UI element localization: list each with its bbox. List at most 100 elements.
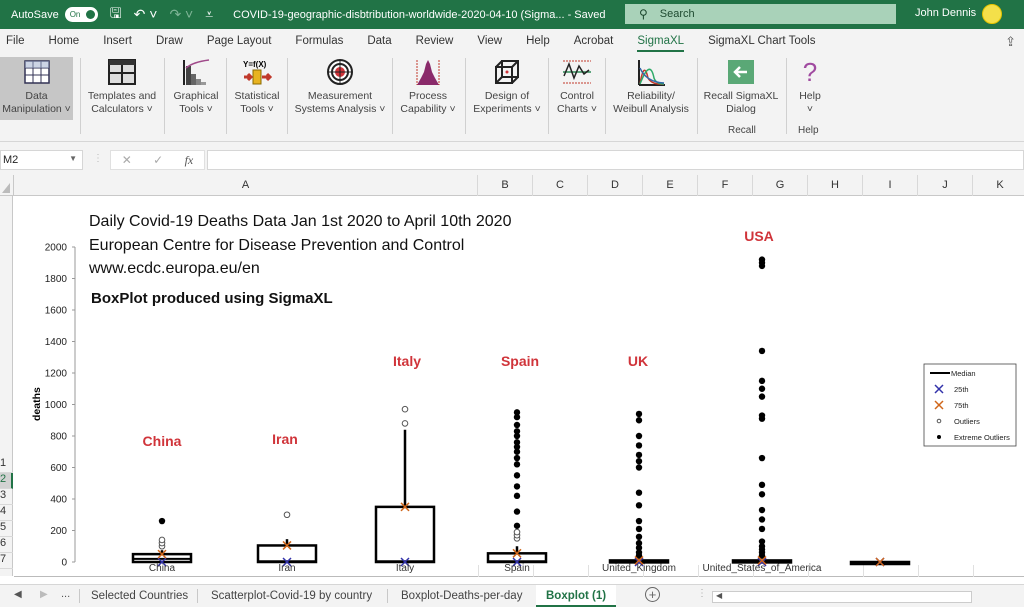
legend-label: Extreme Outliers bbox=[954, 433, 1010, 442]
autosave-toggle[interactable]: On bbox=[64, 7, 98, 22]
column-header-f[interactable]: F bbox=[698, 175, 753, 196]
legend-label: 25th bbox=[954, 385, 969, 394]
chart-subtitle: BoxPlot produced using SigmaXL bbox=[91, 290, 333, 307]
extreme-outlier-point bbox=[758, 516, 766, 523]
menu-tab-data[interactable]: Data bbox=[355, 29, 403, 54]
column-header-d[interactable]: D bbox=[588, 175, 643, 196]
extreme-outlier-point bbox=[513, 483, 521, 490]
extreme-outlier-point bbox=[635, 489, 643, 496]
measurement-systems-analysis-button[interactable]: Measurement Systems Analysis ˅ bbox=[290, 57, 390, 120]
boxplot-chart[interactable]: Daily Covid-19 Deaths Data Jan 1st 2020 … bbox=[0, 196, 1024, 578]
share-icon[interactable]: ⇪ bbox=[1005, 34, 1016, 50]
menu-tab-home[interactable]: Home bbox=[37, 29, 92, 54]
column-header-e[interactable]: E bbox=[643, 175, 698, 196]
chevron-down-icon[interactable]: ▼ bbox=[69, 154, 77, 163]
country-label: Italy bbox=[393, 353, 421, 369]
menu-tab-sigmaxl-chart-tools[interactable]: SigmaXL Chart Tools bbox=[696, 29, 827, 54]
document-title[interactable]: COVID-19-geographic-disbtribution-worldw… bbox=[233, 9, 605, 21]
extreme-outlier-point bbox=[513, 409, 521, 416]
chart-title-line2: European Centre for Disease Prevention a… bbox=[89, 237, 464, 254]
legend-label: Median bbox=[951, 369, 976, 378]
statistical-tools-button[interactable]: Y=f(X) Statistical Tools ˅ bbox=[229, 57, 285, 120]
menu-tab-review[interactable]: Review bbox=[404, 29, 466, 54]
control-charts-button[interactable]: Control Charts ˅ bbox=[552, 57, 602, 120]
menu-tab-help[interactable]: Help bbox=[514, 29, 562, 54]
chart-legend: Median 25th 75th Outliers Extreme Outliers bbox=[923, 363, 1017, 447]
menu-tab-formulas[interactable]: Formulas bbox=[283, 29, 355, 54]
insert-function-icon[interactable]: fx bbox=[185, 153, 194, 168]
scroll-tabs-left-icon[interactable]: ◀ bbox=[14, 589, 22, 600]
menu-tab-page-layout[interactable]: Page Layout bbox=[195, 29, 284, 54]
extreme-outlier-point bbox=[635, 533, 643, 540]
formula-buttons: ✕ ✓ fx bbox=[110, 150, 205, 170]
column-header-g[interactable]: G bbox=[753, 175, 808, 196]
add-sheet-button[interactable]: + bbox=[645, 587, 660, 602]
more-sheets-button[interactable]: ... bbox=[61, 588, 70, 600]
column-header-j[interactable]: J bbox=[918, 175, 973, 196]
extreme-outlier-point bbox=[635, 451, 643, 459]
search-box[interactable]: ⚲ Search bbox=[625, 4, 896, 24]
button-label: Capability ˅ bbox=[400, 103, 456, 115]
sheet-tab-boxplot-deaths[interactable]: Boxplot-Deaths-per-day bbox=[391, 585, 532, 607]
menu-tab-insert[interactable]: Insert bbox=[91, 29, 144, 54]
column-header-i[interactable]: I bbox=[863, 175, 918, 196]
formula-bar-grip[interactable]: ⋮ bbox=[93, 153, 103, 164]
user-name[interactable]: John Dennis bbox=[915, 7, 976, 19]
sheet-tab-scatterplot[interactable]: Scatterplot-Covid-19 by country bbox=[201, 585, 382, 607]
menu-tab-acrobat[interactable]: Acrobat bbox=[562, 29, 626, 54]
menu-tab-view[interactable]: View bbox=[465, 29, 514, 54]
sheet-tab-boxplot-1[interactable]: Boxplot (1) bbox=[536, 585, 617, 607]
button-label: Help bbox=[799, 90, 821, 102]
scroll-tabs-right-icon[interactable]: ▶ bbox=[40, 589, 48, 600]
category-label: China bbox=[149, 563, 176, 574]
ribbon-tabs: File Home Insert Draw Page Layout Formulas Dat… bbox=[0, 29, 1024, 54]
extreme-outlier-point bbox=[635, 464, 643, 471]
extreme-outlier-point bbox=[635, 458, 643, 465]
column-header-a[interactable]: A bbox=[14, 175, 478, 196]
column-header-h[interactable]: H bbox=[808, 175, 863, 196]
name-box[interactable]: M2 ▼ bbox=[0, 150, 83, 170]
column-header-b[interactable]: B bbox=[478, 175, 533, 196]
separator bbox=[226, 58, 227, 134]
search-icon: ⚲ bbox=[639, 7, 648, 21]
cancel-icon[interactable]: ✕ bbox=[122, 153, 132, 167]
box-group-china: China bbox=[131, 517, 193, 574]
horizontal-scrollbar[interactable]: ◀ bbox=[712, 591, 972, 603]
select-all-button[interactable] bbox=[0, 175, 14, 196]
menu-tab-sigmaxl[interactable]: SigmaXL bbox=[625, 29, 696, 54]
tab-splitter[interactable]: ⋮ bbox=[697, 588, 707, 599]
avatar[interactable] bbox=[982, 4, 1002, 24]
menu-tab-file[interactable]: File bbox=[0, 29, 37, 54]
y-tick-label: 0 bbox=[61, 558, 67, 569]
separator bbox=[697, 58, 698, 134]
scroll-left-icon[interactable]: ◀ bbox=[716, 591, 722, 600]
formula-input[interactable] bbox=[207, 150, 1024, 170]
extreme-outlier-point bbox=[635, 432, 643, 440]
redo-icon[interactable]: ↷ ˅ bbox=[169, 6, 193, 23]
undo-icon[interactable]: ↶ ˅ bbox=[134, 6, 158, 23]
sheet-tab-selected-countries[interactable]: Selected Countries bbox=[81, 585, 198, 607]
enter-icon[interactable]: ✓ bbox=[153, 153, 163, 167]
save-icon[interactable]: 🖫 bbox=[110, 3, 122, 27]
design-of-experiments-button[interactable]: Design of Experiments ˅ bbox=[472, 57, 542, 120]
data-manipulation-button[interactable]: Data Manipulation ˅ bbox=[0, 57, 73, 120]
menu-tab-draw[interactable]: Draw bbox=[144, 29, 195, 54]
y-tick-label: 1400 bbox=[45, 337, 68, 348]
column-header-c[interactable]: C bbox=[533, 175, 588, 196]
group-label-recall: Recall bbox=[728, 125, 756, 136]
recall-sigmaxl-dialog-button[interactable]: Recall SigmaXL Dialog bbox=[702, 57, 780, 120]
group-label-help: Help bbox=[798, 125, 819, 136]
extreme-outlier-point bbox=[635, 417, 643, 424]
y-tick-label: 1000 bbox=[45, 400, 68, 411]
templates-calculators-button[interactable]: Templates and Calculators ˅ bbox=[86, 57, 158, 120]
question-icon: ? bbox=[802, 56, 818, 87]
graphical-tools-button[interactable]: Graphical Tools ˅ bbox=[168, 57, 224, 120]
process-capability-button[interactable]: Process Capability ˅ bbox=[398, 57, 458, 120]
extreme-outlier-point bbox=[758, 481, 766, 489]
extreme-outlier-point bbox=[513, 508, 521, 515]
column-header-k[interactable]: K bbox=[973, 175, 1024, 196]
reliability-weibull-button[interactable]: Reliability/ Weibull Analysis bbox=[610, 57, 692, 120]
customize-qat-icon[interactable]: ⩡ bbox=[205, 6, 213, 23]
help-button[interactable]: ? Help ˅ bbox=[790, 57, 830, 120]
separator bbox=[548, 58, 549, 134]
